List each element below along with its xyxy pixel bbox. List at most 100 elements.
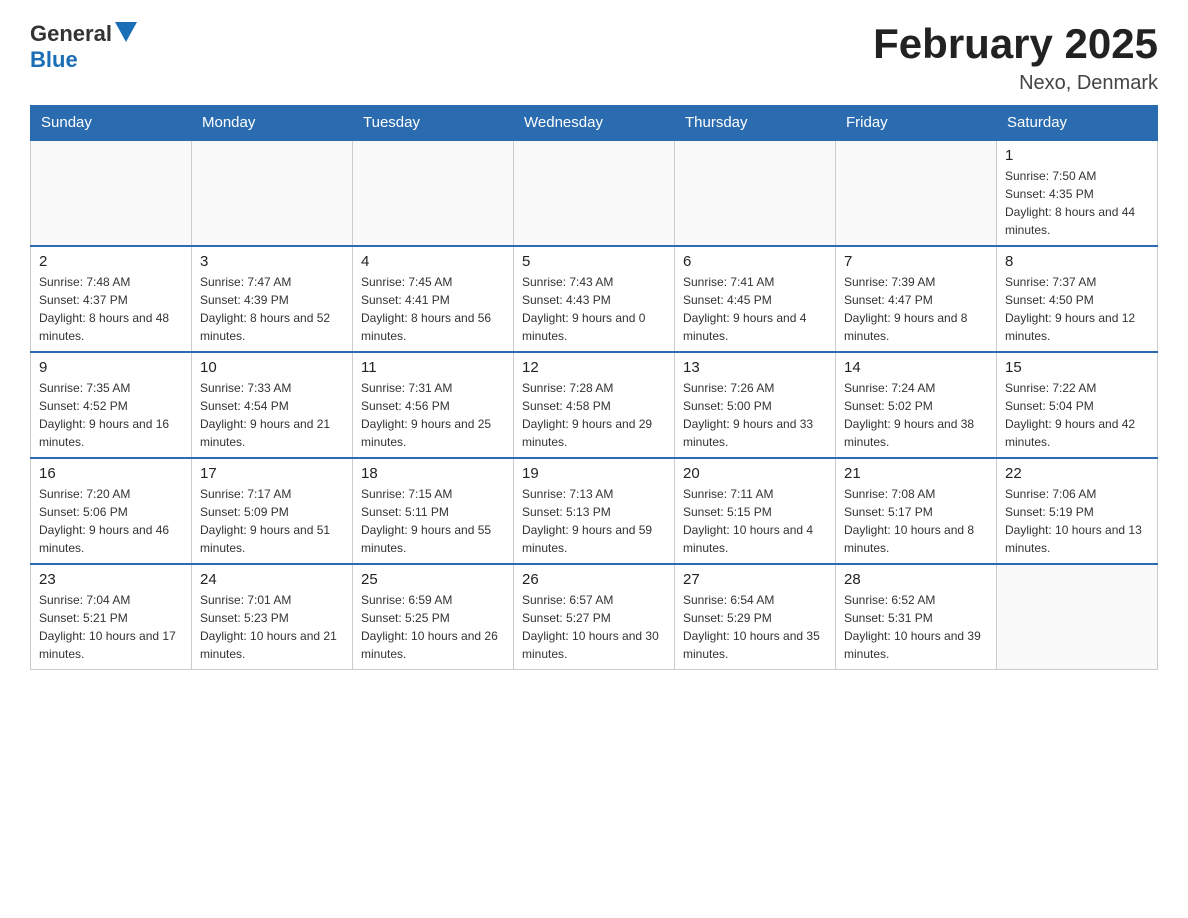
day-cell-2-0: 9 Sunrise: 7:35 AMSunset: 4:52 PMDaylight…	[31, 352, 192, 458]
day-cell-0-0	[31, 140, 192, 246]
day-info: Sunrise: 7:15 AMSunset: 5:11 PMDaylight:…	[361, 485, 505, 557]
day-cell-1-4: 6 Sunrise: 7:41 AMSunset: 4:45 PMDaylight…	[675, 246, 836, 352]
day-number: 10	[200, 359, 344, 376]
day-cell-2-6: 15 Sunrise: 7:22 AMSunset: 5:04 PMDayligh…	[997, 352, 1158, 458]
header-tuesday: Tuesday	[353, 106, 514, 141]
day-cell-3-5: 21Sunrise: 7:08 AMSunset: 5:17 PMDayligh…	[836, 458, 997, 564]
day-info: Sunrise: 7:17 AMSunset: 5:09 PMDaylight:…	[200, 485, 344, 557]
day-cell-0-2	[353, 140, 514, 246]
day-cell-0-4	[675, 140, 836, 246]
logo-text-blue: Blue	[30, 47, 78, 72]
day-info: Sunrise: 7:37 AMSunset: 4:50 PMDaylight:…	[1005, 273, 1149, 345]
day-number: 12	[522, 359, 666, 376]
day-cell-4-6	[997, 564, 1158, 670]
day-info: Sunrise: 6:59 AMSunset: 5:25 PMDaylight:…	[361, 591, 505, 663]
logo-text-general: General	[30, 21, 112, 47]
page-header: General Blue February 2025 Nexo, Denmark	[30, 20, 1158, 95]
day-cell-3-0: 16 Sunrise: 7:20 AMSunset: 5:06 PMDayligh…	[31, 458, 192, 564]
day-info: Sunrise: 7:41 AMSunset: 4:45 PMDaylight:…	[683, 273, 827, 345]
day-cell-1-3: 5 Sunrise: 7:43 AMSunset: 4:43 PMDaylight…	[514, 246, 675, 352]
day-cell-0-5	[836, 140, 997, 246]
day-cell-3-2: 18 Sunrise: 7:15 AMSunset: 5:11 PMDayligh…	[353, 458, 514, 564]
day-number: 3	[200, 253, 344, 270]
day-cell-2-5: 14 Sunrise: 7:24 AMSunset: 5:02 PMDayligh…	[836, 352, 997, 458]
day-info: Sunrise: 6:57 AMSunset: 5:27 PMDaylight:…	[522, 591, 666, 663]
day-info: Sunrise: 7:11 AMSunset: 5:15 PMDaylight:…	[683, 485, 827, 557]
day-number: 15	[1005, 359, 1149, 376]
day-number: 9	[39, 359, 183, 376]
day-number: 6	[683, 253, 827, 270]
day-cell-1-2: 4 Sunrise: 7:45 AMSunset: 4:41 PMDaylight…	[353, 246, 514, 352]
day-info: Sunrise: 7:45 AMSunset: 4:41 PMDaylight:…	[361, 273, 505, 345]
day-number: 14	[844, 359, 988, 376]
day-info: Sunrise: 7:22 AMSunset: 5:04 PMDaylight:…	[1005, 379, 1149, 451]
day-cell-0-1	[192, 140, 353, 246]
week-row-2: 9 Sunrise: 7:35 AMSunset: 4:52 PMDaylight…	[31, 352, 1158, 458]
day-cell-2-4: 13 Sunrise: 7:26 AMSunset: 5:00 PMDayligh…	[675, 352, 836, 458]
day-number: 18	[361, 465, 505, 482]
day-cell-4-3: 26 Sunrise: 6:57 AMSunset: 5:27 PMDayligh…	[514, 564, 675, 670]
day-cell-2-2: 11 Sunrise: 7:31 AMSunset: 4:56 PMDayligh…	[353, 352, 514, 458]
week-row-3: 16 Sunrise: 7:20 AMSunset: 5:06 PMDayligh…	[31, 458, 1158, 564]
logo-arrow-icon	[115, 22, 137, 42]
day-cell-3-3: 19 Sunrise: 7:13 AMSunset: 5:13 PMDayligh…	[514, 458, 675, 564]
day-cell-2-3: 12 Sunrise: 7:28 AMSunset: 4:58 PMDayligh…	[514, 352, 675, 458]
day-number: 27	[683, 571, 827, 588]
day-cell-4-0: 23Sunrise: 7:04 AMSunset: 5:21 PMDayligh…	[31, 564, 192, 670]
day-cell-3-4: 20 Sunrise: 7:11 AMSunset: 5:15 PMDayligh…	[675, 458, 836, 564]
day-cell-1-6: 8 Sunrise: 7:37 AMSunset: 4:50 PMDaylight…	[997, 246, 1158, 352]
day-info: Sunrise: 7:31 AMSunset: 4:56 PMDaylight:…	[361, 379, 505, 451]
day-number: 4	[361, 253, 505, 270]
day-number: 28	[844, 571, 988, 588]
title-section: February 2025 Nexo, Denmark	[873, 20, 1158, 95]
day-cell-1-5: 7Sunrise: 7:39 AMSunset: 4:47 PMDaylight…	[836, 246, 997, 352]
logo: General Blue	[30, 20, 137, 73]
day-info: Sunrise: 6:54 AMSunset: 5:29 PMDaylight:…	[683, 591, 827, 663]
day-number: 16	[39, 465, 183, 482]
day-cell-0-3	[514, 140, 675, 246]
day-number: 24	[200, 571, 344, 588]
day-cell-4-4: 27 Sunrise: 6:54 AMSunset: 5:29 PMDayligh…	[675, 564, 836, 670]
day-number: 25	[361, 571, 505, 588]
day-info: Sunrise: 7:24 AMSunset: 5:02 PMDaylight:…	[844, 379, 988, 451]
day-cell-4-5: 28 Sunrise: 6:52 AMSunset: 5:31 PMDayligh…	[836, 564, 997, 670]
day-number: 26	[522, 571, 666, 588]
day-info: Sunrise: 7:06 AMSunset: 5:19 PMDaylight:…	[1005, 485, 1149, 557]
day-cell-0-6: 1Sunrise: 7:50 AMSunset: 4:35 PMDaylight…	[997, 140, 1158, 246]
day-info: Sunrise: 7:01 AMSunset: 5:23 PMDaylight:…	[200, 591, 344, 663]
day-info: Sunrise: 7:13 AMSunset: 5:13 PMDaylight:…	[522, 485, 666, 557]
day-info: Sunrise: 7:47 AMSunset: 4:39 PMDaylight:…	[200, 273, 344, 345]
day-number: 5	[522, 253, 666, 270]
day-cell-1-0: 2Sunrise: 7:48 AMSunset: 4:37 PMDaylight…	[31, 246, 192, 352]
page-subtitle: Nexo, Denmark	[873, 72, 1158, 95]
header-saturday: Saturday	[997, 106, 1158, 141]
week-row-0: 1Sunrise: 7:50 AMSunset: 4:35 PMDaylight…	[31, 140, 1158, 246]
day-info: Sunrise: 6:52 AMSunset: 5:31 PMDaylight:…	[844, 591, 988, 663]
header-friday: Friday	[836, 106, 997, 141]
day-info: Sunrise: 7:39 AMSunset: 4:47 PMDaylight:…	[844, 273, 988, 345]
day-number: 17	[200, 465, 344, 482]
header-sunday: Sunday	[31, 106, 192, 141]
day-number: 20	[683, 465, 827, 482]
header-wednesday: Wednesday	[514, 106, 675, 141]
day-number: 21	[844, 465, 988, 482]
day-number: 8	[1005, 253, 1149, 270]
calendar-table: Sunday Monday Tuesday Wednesday Thursday…	[30, 105, 1158, 670]
day-number: 13	[683, 359, 827, 376]
day-info: Sunrise: 7:43 AMSunset: 4:43 PMDaylight:…	[522, 273, 666, 345]
day-cell-1-1: 3 Sunrise: 7:47 AMSunset: 4:39 PMDaylight…	[192, 246, 353, 352]
day-info: Sunrise: 7:28 AMSunset: 4:58 PMDaylight:…	[522, 379, 666, 451]
day-info: Sunrise: 7:04 AMSunset: 5:21 PMDaylight:…	[39, 591, 183, 663]
day-cell-3-6: 22Sunrise: 7:06 AMSunset: 5:19 PMDayligh…	[997, 458, 1158, 564]
day-number: 1	[1005, 147, 1149, 164]
week-row-1: 2Sunrise: 7:48 AMSunset: 4:37 PMDaylight…	[31, 246, 1158, 352]
day-info: Sunrise: 7:20 AMSunset: 5:06 PMDaylight:…	[39, 485, 183, 557]
day-info: Sunrise: 7:35 AMSunset: 4:52 PMDaylight:…	[39, 379, 183, 451]
day-number: 19	[522, 465, 666, 482]
day-cell-3-1: 17 Sunrise: 7:17 AMSunset: 5:09 PMDayligh…	[192, 458, 353, 564]
day-number: 11	[361, 359, 505, 376]
week-row-4: 23Sunrise: 7:04 AMSunset: 5:21 PMDayligh…	[31, 564, 1158, 670]
header-monday: Monday	[192, 106, 353, 141]
page-title: February 2025	[873, 20, 1158, 68]
day-info: Sunrise: 7:26 AMSunset: 5:00 PMDaylight:…	[683, 379, 827, 451]
